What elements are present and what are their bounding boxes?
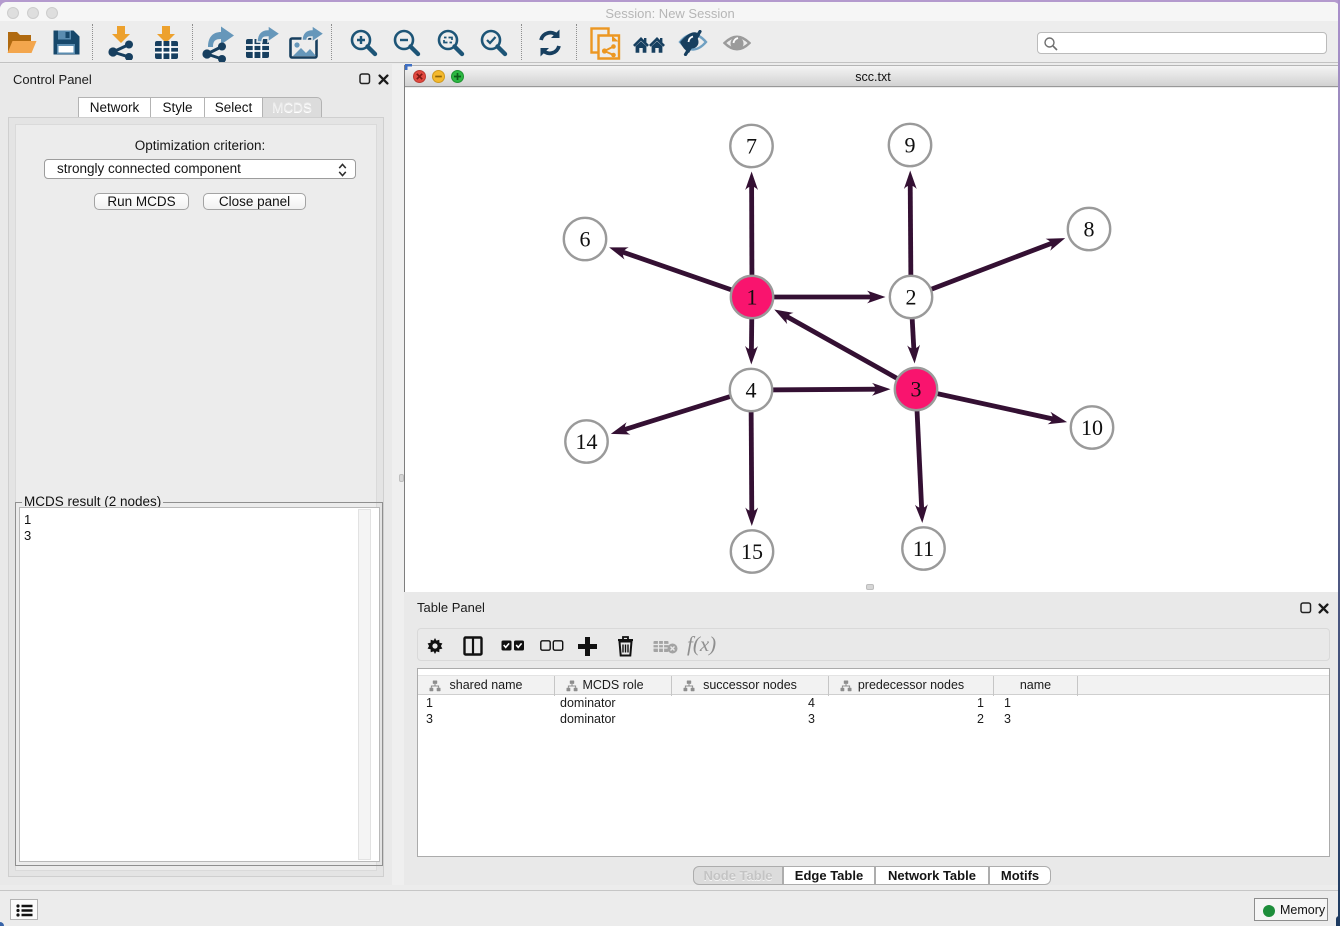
svg-text:2: 2	[906, 285, 917, 310]
svg-text:7: 7	[746, 134, 757, 159]
svg-text:1: 1	[747, 285, 758, 310]
svg-text:3: 3	[911, 377, 922, 402]
svg-text:9: 9	[905, 133, 916, 158]
svg-text:15: 15	[741, 539, 763, 564]
svg-text:11: 11	[913, 536, 934, 561]
svg-text:8: 8	[1084, 217, 1095, 242]
svg-text:10: 10	[1081, 415, 1103, 440]
svg-text:14: 14	[576, 429, 598, 454]
svg-text:4: 4	[746, 378, 757, 403]
svg-text:6: 6	[580, 227, 591, 252]
